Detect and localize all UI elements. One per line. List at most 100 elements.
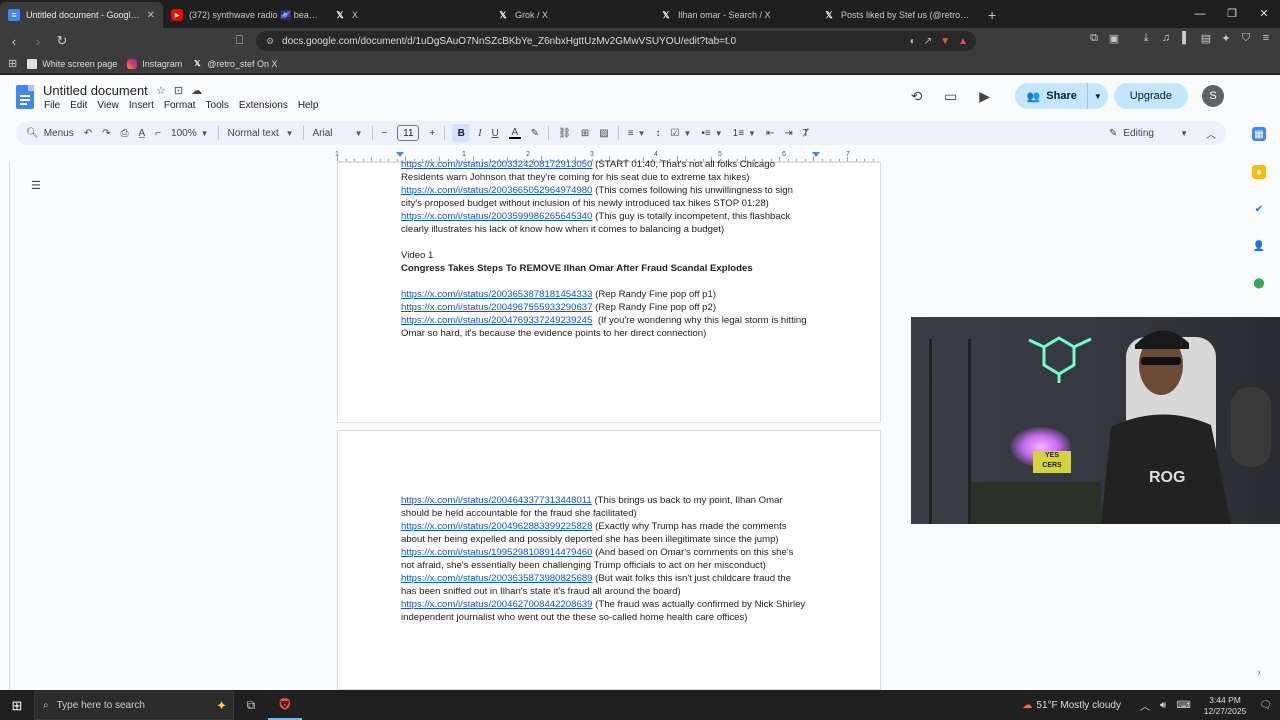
link-paragraph[interactable]: https://x.com/i/status/20049675559332906… bbox=[401, 301, 821, 314]
status-link[interactable]: https://x.com/i/status/20047693372492392… bbox=[401, 315, 592, 326]
status-link[interactable]: https://x.com/i/status/20033242081729130… bbox=[401, 159, 592, 170]
status-link[interactable]: https://x.com/i/status/20046270084422086… bbox=[401, 599, 592, 610]
status-link[interactable]: https://x.com/i/status/20049675559332906… bbox=[401, 302, 592, 313]
line-spacing-icon[interactable]: ↕ bbox=[650, 121, 665, 145]
browser-tab-3[interactable]: 𝕏 Grok / X bbox=[489, 2, 652, 28]
tasks-icon[interactable]: ✔ bbox=[1252, 202, 1266, 216]
menu-edit[interactable]: Edit bbox=[70, 100, 87, 111]
move-folder-icon[interactable]: ⊡ bbox=[174, 84, 183, 97]
media-icon[interactable]: ♫ bbox=[1158, 32, 1174, 45]
status-link[interactable]: https://x.com/i/status/19952981089144794… bbox=[401, 547, 592, 558]
text-paragraph[interactable]: about her being expelled and possibly de… bbox=[401, 533, 821, 546]
decrease-indent-icon[interactable]: ⇤ bbox=[761, 121, 779, 145]
text-paragraph[interactable]: Residents warn Johnson that they're comi… bbox=[401, 171, 821, 184]
close-window-button[interactable]: ✕ bbox=[1248, 0, 1280, 28]
page-1-content[interactable]: https://x.com/i/status/20033242081729130… bbox=[401, 158, 821, 340]
browser-tab-4[interactable]: 𝕏 Ilhan omar - Search / X bbox=[652, 2, 815, 28]
text-paragraph[interactable] bbox=[401, 275, 821, 288]
apps-grid-icon[interactable]: ⊞ bbox=[8, 57, 17, 70]
install-icon[interactable]: ◐ bbox=[910, 36, 916, 47]
increase-font-button[interactable]: + bbox=[424, 121, 440, 145]
screenshot-icon[interactable]: ▣ bbox=[1106, 32, 1122, 45]
restore-button[interactable]: ❐ bbox=[1216, 0, 1248, 28]
upgrade-button[interactable]: Upgrade bbox=[1113, 83, 1188, 109]
link-paragraph[interactable]: https://x.com/i/status/20046270084422086… bbox=[401, 598, 821, 611]
bullet-list-icon[interactable]: •≡ ▼ bbox=[696, 121, 727, 145]
numbered-list-icon[interactable]: 1≡ ▼ bbox=[728, 121, 761, 145]
menu-file[interactable]: File bbox=[44, 100, 60, 111]
status-link[interactable]: https://x.com/i/status/20035999862656453… bbox=[401, 211, 592, 222]
link-paragraph[interactable]: https://x.com/i/status/20036538781814543… bbox=[401, 288, 821, 301]
reload-button[interactable]: ↻ bbox=[52, 33, 72, 49]
weather-text[interactable]: 51°F Mostly cloudy bbox=[1036, 700, 1121, 711]
paint-format-button[interactable]: ⌐ bbox=[150, 121, 166, 145]
keep-icon[interactable]: ● bbox=[1252, 165, 1266, 179]
link-paragraph[interactable]: https://x.com/i/status/20036650529649749… bbox=[401, 184, 821, 197]
font-size-input[interactable]: 11 bbox=[392, 121, 424, 145]
cloud-saved-icon[interactable]: ☁ bbox=[191, 84, 202, 97]
document-outline-icon[interactable]: ☰ bbox=[31, 179, 41, 192]
search-menus-button[interactable]: 🔍︎ Menus bbox=[16, 121, 79, 145]
menu-format[interactable]: Format bbox=[164, 100, 196, 111]
browser-tab-2[interactable]: 𝕏X bbox=[326, 2, 489, 28]
align-icon[interactable]: ≡ ▼ bbox=[623, 121, 651, 145]
menu-insert[interactable]: Insert bbox=[129, 100, 154, 111]
browser-tab-5[interactable]: 𝕏 Posts liked by Stef us (@retro_stef) / bbox=[815, 2, 978, 28]
add-comment-icon[interactable]: ⊞ bbox=[576, 121, 594, 145]
text-paragraph[interactable] bbox=[401, 236, 821, 249]
comments-icon[interactable]: ▭ bbox=[937, 88, 965, 105]
maps-icon[interactable]: ⬤ bbox=[1252, 276, 1266, 290]
windows-start-icon[interactable]: ⊞ bbox=[0, 698, 34, 714]
extensions-icon[interactable]: ⧉ bbox=[1086, 32, 1102, 45]
right-indent-marker[interactable] bbox=[812, 152, 820, 157]
link-paragraph[interactable]: https://x.com/i/status/20033242081729130… bbox=[401, 158, 821, 171]
avatar[interactable]: S bbox=[1202, 85, 1224, 107]
underline-button[interactable]: U bbox=[487, 121, 504, 145]
docs-logo-icon[interactable] bbox=[16, 85, 34, 109]
volume-icon[interactable]: 🔊︎ bbox=[1160, 700, 1166, 711]
menu-help[interactable]: Help bbox=[298, 100, 319, 111]
undo-button[interactable]: ↶ bbox=[79, 121, 97, 145]
forward-button[interactable]: › bbox=[28, 34, 48, 49]
brave-browser-icon[interactable]: 🦁︎ bbox=[268, 691, 302, 720]
url-bar[interactable]: ⚙ docs.google.com/document/d/1uDgSAuO7Nn… bbox=[256, 31, 976, 51]
clock[interactable]: 3:44 PM 12/27/2025 bbox=[1204, 695, 1247, 717]
link-paragraph[interactable]: https://x.com/i/status/20049628833992258… bbox=[401, 520, 821, 533]
back-button[interactable]: ‹ bbox=[4, 34, 24, 49]
menu-extensions[interactable]: Extensions bbox=[239, 100, 288, 111]
text-paragraph[interactable]: Video 1 bbox=[401, 249, 821, 262]
notifications-icon[interactable]: 🗨 bbox=[1259, 700, 1272, 711]
checklist-icon[interactable]: ☑ ▼ bbox=[665, 121, 696, 145]
text-paragraph[interactable]: not afraid, she's essentially been chall… bbox=[401, 559, 821, 572]
calendar-icon[interactable]: ▦ bbox=[1252, 127, 1266, 141]
leo-icon[interactable]: ✦ bbox=[1218, 32, 1234, 45]
bookmark-white-screen[interactable]: White screen page bbox=[27, 58, 117, 69]
collapse-toolbar-icon[interactable]: ︿ bbox=[1196, 121, 1226, 145]
task-view-icon[interactable]: ⧉ bbox=[234, 698, 268, 713]
menu-icon[interactable]: ≡ bbox=[1258, 32, 1274, 45]
menu-tools[interactable]: Tools bbox=[206, 100, 229, 111]
share-dropdown-icon[interactable]: ▼ bbox=[1094, 92, 1102, 101]
print-button[interactable]: ⎙ bbox=[116, 121, 134, 145]
font-select[interactable]: Arial ▼ bbox=[308, 121, 368, 145]
bold-button[interactable]: B bbox=[452, 124, 471, 142]
tray-overflow-icon[interactable]: ︿ bbox=[1140, 698, 1150, 713]
page-1[interactable]: https://x.com/i/status/20033242081729130… bbox=[337, 159, 881, 423]
redo-button[interactable]: ↷ bbox=[97, 121, 115, 145]
status-link[interactable]: https://x.com/i/status/20049628833992258… bbox=[401, 521, 592, 532]
link-paragraph[interactable]: https://x.com/i/status/20036358739808256… bbox=[401, 572, 821, 585]
bookmark-retro-stef[interactable]: 𝕏 @retro_stef On X bbox=[192, 59, 277, 69]
insert-link-icon[interactable]: ⛓ bbox=[553, 121, 576, 145]
increase-indent-icon[interactable]: ⇥ bbox=[779, 121, 797, 145]
new-tab-button[interactable]: + bbox=[978, 2, 1006, 28]
meet-icon[interactable]: ▶ bbox=[971, 88, 999, 105]
text-paragraph[interactable]: Omar so hard, it's because the evidence … bbox=[401, 327, 821, 340]
menu-view[interactable]: View bbox=[97, 100, 119, 111]
link-paragraph[interactable]: https://x.com/i/status/20047693372492392… bbox=[401, 314, 821, 327]
text-color-button[interactable]: A bbox=[504, 121, 526, 145]
share-page-icon[interactable]: ↗ bbox=[924, 36, 932, 47]
page-2[interactable]: https://x.com/i/status/20046433773134480… bbox=[337, 430, 881, 690]
network-icon[interactable]: ⌨ bbox=[1176, 700, 1190, 711]
brave-rewards-icon[interactable]: ▲ bbox=[958, 36, 968, 47]
status-link[interactable]: https://x.com/i/status/20046433773134480… bbox=[401, 495, 592, 506]
